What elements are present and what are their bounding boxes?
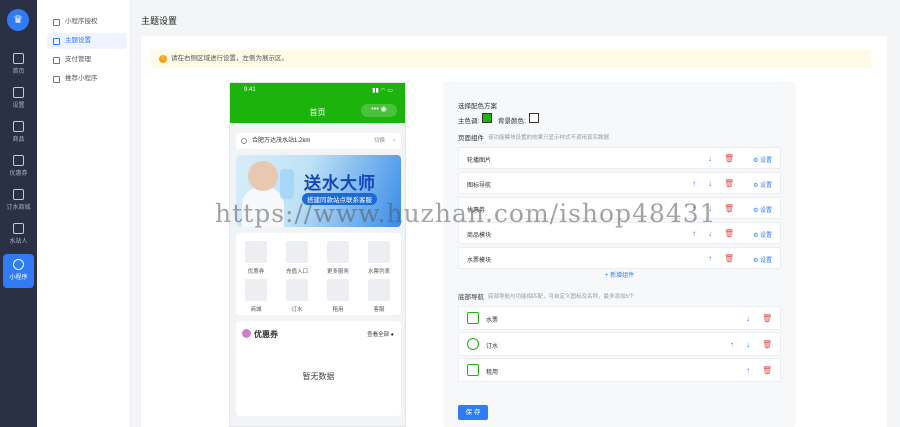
auth-icon	[53, 19, 60, 26]
submenu-item-auth[interactable]: 小程序授权	[47, 14, 127, 30]
delete-icon[interactable]: 🗑	[762, 314, 772, 323]
grid-item: 商城	[238, 279, 274, 313]
recommend-icon	[53, 76, 60, 83]
theme-icon	[53, 38, 60, 45]
page-title: 主题设置	[141, 16, 178, 26]
component-row: 水票模块 ↑ 🗑 ⚙ 设置	[458, 247, 781, 269]
mall-icon	[13, 189, 24, 200]
settings-link[interactable]: ⚙ 设置	[753, 205, 772, 214]
scheme-title: 选择配色方案	[458, 103, 497, 110]
view-all-link: 查看全部 ●	[367, 332, 394, 338]
arrow-up-icon[interactable]: ↑	[692, 179, 696, 188]
chevron-right-icon: ›	[393, 138, 395, 144]
grid-item: 订水	[279, 279, 315, 313]
coupon-icon	[242, 329, 251, 338]
nav-item-icon	[467, 338, 479, 350]
rail-item-miniprogram[interactable]: 小程序	[3, 254, 34, 288]
config-panel: 选择配色方案 主色调: 背景颜色: 页面组件 该功能模块设置的效果只显示样式不调…	[443, 82, 796, 427]
signal-icon: ▮▮ ◠ ▭	[372, 88, 393, 94]
goods-icon	[13, 121, 24, 132]
nav-row: 订水 ↑ ↓ 🗑	[458, 332, 781, 356]
settings-link[interactable]: ⚙ 设置	[753, 155, 772, 164]
phone-preview: 9:41 ▮▮ ◠ ▭ 首页 ••• ◉ 合肥万达茂水站1.2km 切换 › 送…	[229, 82, 406, 427]
arrow-up-icon[interactable]: ↑	[692, 229, 696, 238]
nav-item-icon	[467, 364, 479, 376]
grid-item: 租用	[320, 279, 356, 313]
settings-link[interactable]: ⚙ 设置	[753, 230, 772, 239]
main-color-picker[interactable]	[482, 113, 492, 123]
arrow-up-icon[interactable]: ↑	[730, 340, 734, 349]
location-icon	[241, 138, 247, 144]
settings-icon	[13, 87, 24, 98]
rail-item-mall[interactable]: 订水商城	[0, 184, 37, 218]
arrow-up-icon[interactable]: ↑	[708, 254, 712, 263]
arrow-down-icon[interactable]: ↓	[746, 314, 750, 323]
left-rail: ♛ 首页 设置 商品 优惠券 订水商城 水站人 小程序	[0, 0, 37, 427]
grid-item: 优惠券	[238, 241, 274, 275]
arrow-down-icon[interactable]: ↓	[746, 340, 750, 349]
arrow-up-icon[interactable]: ↑	[746, 366, 750, 375]
rail-item-settings[interactable]: 设置	[0, 82, 37, 116]
delete-icon[interactable]: 🗑	[724, 204, 734, 213]
grid-item: 更多服务	[320, 241, 356, 275]
content-panel: ! 请在右侧区域进行设置，左侧为展示区。 9:41 ▮▮ ◠ ▭ 首页 ••• ◉…	[141, 36, 887, 427]
miniprogram-icon	[13, 259, 24, 270]
payment-icon	[53, 57, 60, 64]
watermark: https://www.huzhan.com/ishop48431	[215, 199, 717, 228]
nav-item-icon	[467, 312, 479, 324]
delete-icon[interactable]: 🗑	[762, 366, 772, 375]
rail-item-staff[interactable]: 水站人	[0, 218, 37, 252]
submenu-item-theme[interactable]: 主题设置	[47, 33, 127, 49]
banner-title: 送水大师	[304, 174, 376, 193]
nav-row: 水票 ↓ 🗑	[458, 306, 781, 330]
address-bar: 合肥万达茂水站1.2km 切换 ›	[236, 133, 401, 149]
settings-link[interactable]: ⚙ 设置	[753, 255, 772, 264]
delete-icon[interactable]: 🗑	[762, 340, 772, 349]
home-icon	[13, 53, 24, 64]
capsule-icon: ••• ◉	[361, 104, 397, 117]
section-title: 页面组件	[458, 135, 484, 142]
delete-icon[interactable]: 🗑	[724, 179, 734, 188]
nav-row: 租用 ↑ 🗑	[458, 358, 781, 382]
component-row: 图标导航 ↑ ↓ 🗑 ⚙ 设置	[458, 172, 781, 194]
delete-icon[interactable]: 🗑	[724, 254, 734, 263]
rail-item-coupon[interactable]: 优惠券	[0, 150, 37, 184]
arrow-down-icon[interactable]: ↓	[708, 154, 712, 163]
delete-icon[interactable]: 🗑	[724, 229, 734, 238]
arrow-down-icon[interactable]: ↓	[708, 179, 712, 188]
settings-link[interactable]: ⚙ 设置	[753, 180, 772, 189]
phone-header: 9:41 ▮▮ ◠ ▭ 首页 ••• ◉	[230, 83, 405, 123]
component-row: 轮播图片 ↓ 🗑 ⚙ 设置	[458, 147, 781, 169]
coupon-section: 优惠券 查看全部 ● 暂无数据	[236, 321, 401, 416]
empty-text: 暂无数据	[302, 372, 335, 381]
delete-icon[interactable]: 🗑	[724, 154, 734, 163]
staff-icon	[13, 223, 24, 234]
submenu-item-recommend[interactable]: 推荐小程序	[47, 71, 127, 87]
notice-bar: ! 请在右侧区域进行设置，左侧为展示区。	[151, 50, 871, 68]
submenu-item-payment[interactable]: 支付管理	[47, 52, 127, 68]
grid-item: 客服	[361, 279, 397, 313]
grid-item: 充值入口	[279, 241, 315, 275]
save-button[interactable]: 保 存	[458, 405, 488, 420]
bg-color-picker[interactable]	[529, 113, 539, 123]
arrow-down-icon[interactable]: ↓	[708, 229, 712, 238]
section-title: 底部导航	[458, 294, 484, 301]
status-time: 9:41	[244, 87, 256, 93]
icon-grid: 优惠券 充值入口 更多服务 水票列表 商城 订水 租用 客服	[236, 233, 401, 315]
rail-item-home[interactable]: 首页	[0, 48, 37, 82]
add-component-button[interactable]: + 新增组件	[443, 270, 796, 279]
grid-item: 水票列表	[361, 241, 397, 275]
rail-item-goods[interactable]: 商品	[0, 116, 37, 150]
logo-icon[interactable]: ♛	[7, 9, 29, 31]
coupon-icon	[13, 155, 24, 166]
submenu: 小程序授权 主题设置 支付管理 推荐小程序	[37, 0, 131, 427]
warning-icon: !	[159, 55, 167, 63]
